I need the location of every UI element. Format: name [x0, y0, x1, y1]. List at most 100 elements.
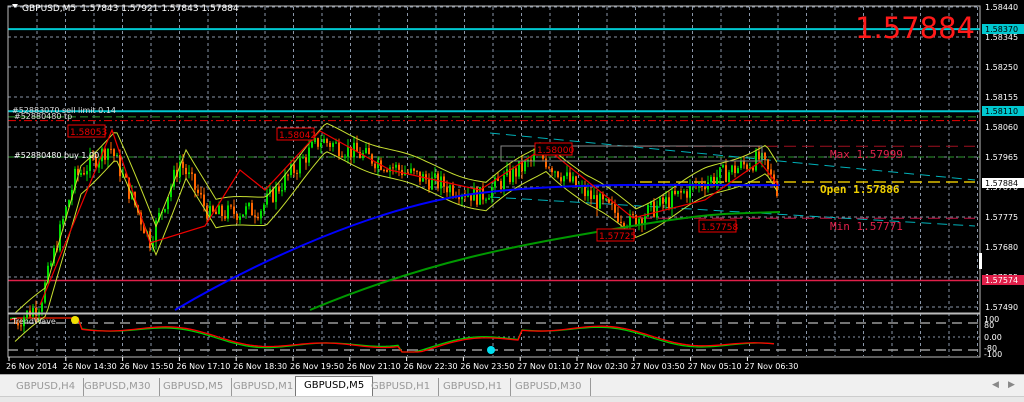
svg-text:1.58000: 1.58000: [537, 146, 574, 156]
svg-text:1.58042: 1.58042: [279, 131, 316, 141]
candle-body: [728, 172, 730, 183]
candle-body: [218, 205, 220, 215]
price-tag-bid: 1.57884: [982, 178, 1024, 188]
candle-body: [776, 185, 778, 196]
candle-body: [347, 146, 349, 157]
tab-gbpusd-m1[interactable]: GBPUSD,M1: [225, 378, 303, 396]
tab-gbpusd-m5[interactable]: GBPUSD,M5: [155, 378, 233, 396]
open-level-label: Open 1.57886: [820, 183, 900, 196]
candle-body: [281, 190, 283, 192]
time-axis-label: 26 Nov 14:30: [63, 362, 117, 371]
candle-body: [335, 142, 337, 144]
price-axis-label: 1.58250: [985, 63, 1018, 72]
candle-body: [293, 164, 295, 173]
candle-body: [737, 168, 739, 174]
candle-body: [560, 177, 562, 182]
candle-body: [416, 170, 418, 172]
price-tag-red-line: 1.57574: [982, 275, 1024, 285]
candle-body: [248, 202, 250, 207]
candles: [14, 134, 778, 333]
candle-body: [185, 167, 187, 175]
candle-body: [395, 164, 397, 168]
candle-body: [734, 165, 736, 174]
time-axis-label: 26 Nov 21:10: [347, 362, 401, 371]
candle-body: [572, 176, 574, 182]
candle-body: [662, 197, 664, 204]
candle-body: [566, 172, 568, 177]
scroll-marker: [979, 253, 982, 269]
candle-body: [299, 158, 301, 174]
candle-body: [191, 172, 193, 174]
chart-tabs: GBPUSD,H4 GBPUSD,M30 GBPUSD,M5 GBPUSD,M1 GBP…: [0, 374, 1024, 397]
candle-body: [413, 168, 415, 171]
candle-body: [302, 157, 304, 159]
candle-body: [569, 172, 571, 182]
candle-body: [104, 148, 106, 160]
tab-gbpusd-m30[interactable]: GBPUSD,M30: [76, 378, 160, 396]
candle-body: [770, 169, 772, 175]
tab-gbpusd-h4[interactable]: GBPUSD,H4: [8, 378, 85, 396]
candle-body: [740, 161, 742, 169]
candle-body: [230, 205, 232, 207]
candle-body: [659, 197, 661, 206]
time-axis-label: 26 Nov 22:30: [404, 362, 458, 371]
candle-body: [584, 185, 586, 197]
tab-scroll-right-icon[interactable]: ▶: [1008, 380, 1015, 390]
candle-body: [716, 177, 718, 185]
svg-text:80: 80: [984, 321, 994, 330]
time-axis-label: 26 Nov 23:50: [460, 362, 514, 371]
time-axis-label: 27 Nov 05:10: [688, 362, 742, 371]
time-axis-label: 27 Nov 03:50: [631, 362, 685, 371]
time-axis-label: 27 Nov 06:30: [744, 362, 798, 371]
time-axis: 26 Nov 2014 26 Nov 14:30 26 Nov 15:50 26 No…: [6, 357, 798, 371]
candle-body: [767, 159, 769, 170]
candle-body: [614, 203, 616, 213]
candle-body: [590, 190, 592, 200]
candle-body: [533, 154, 535, 161]
candle-body: [587, 190, 589, 197]
candle-body: [278, 186, 280, 192]
price-axis-label: 1.58440: [985, 3, 1018, 12]
tab-gbpusd-h1[interactable]: GBPUSD,H1: [435, 378, 512, 396]
candle-body: [524, 160, 526, 172]
status-bar: [0, 396, 1024, 402]
candle-body: [617, 212, 619, 222]
candle-body: [407, 172, 409, 174]
max-level-label: Max 1.57999: [830, 148, 903, 161]
candle-body: [434, 173, 436, 178]
candle-body: [653, 201, 655, 217]
tab-gbpusd-m5[interactable]: GBPUSD,M5: [295, 376, 374, 397]
candle-body: [287, 174, 289, 176]
overlay: [14, 122, 781, 342]
time-axis-label: 26 Nov 17:10: [176, 362, 230, 371]
candle-body: [476, 187, 478, 205]
time-axis-label: 26 Nov 2014: [6, 362, 57, 371]
candle-body: [41, 302, 43, 312]
candle-body: [197, 189, 199, 193]
candle-body: [500, 181, 502, 190]
price-chart[interactable]: GBPUSD,M5 1.57843 1.57921 1.57843 1.57884…: [0, 0, 1024, 374]
candle-body: [50, 263, 52, 266]
candle-body: [764, 152, 766, 160]
time-axis-label: 27 Nov 02:30: [574, 362, 628, 371]
candle-body: [674, 190, 676, 195]
candle-body: [686, 191, 688, 198]
time-axis-label: 26 Nov 19:50: [290, 362, 344, 371]
candle-body: [227, 205, 229, 219]
tab-scroll-left-icon[interactable]: ◀: [992, 380, 999, 390]
candle-body: [719, 167, 721, 178]
candle-body: [449, 185, 451, 193]
indicator-name: TrendWave: [11, 317, 56, 326]
candle-body: [488, 198, 490, 200]
price-axis-label: 1.58345: [985, 33, 1018, 42]
candle-body: [503, 175, 505, 190]
candle-body: [725, 165, 727, 183]
candle-body: [113, 149, 115, 157]
tab-gbpusd-h1[interactable]: GBPUSD,H1: [363, 378, 440, 396]
candle-body: [746, 164, 748, 170]
candle-body: [329, 142, 331, 147]
candle-body: [284, 174, 286, 191]
tab-gbpusd-m30[interactable]: GBPUSD,M30: [507, 378, 591, 396]
svg-text:1.57574: 1.57574: [985, 276, 1018, 285]
price-tag-cyan-top: 1.58370: [982, 24, 1024, 34]
